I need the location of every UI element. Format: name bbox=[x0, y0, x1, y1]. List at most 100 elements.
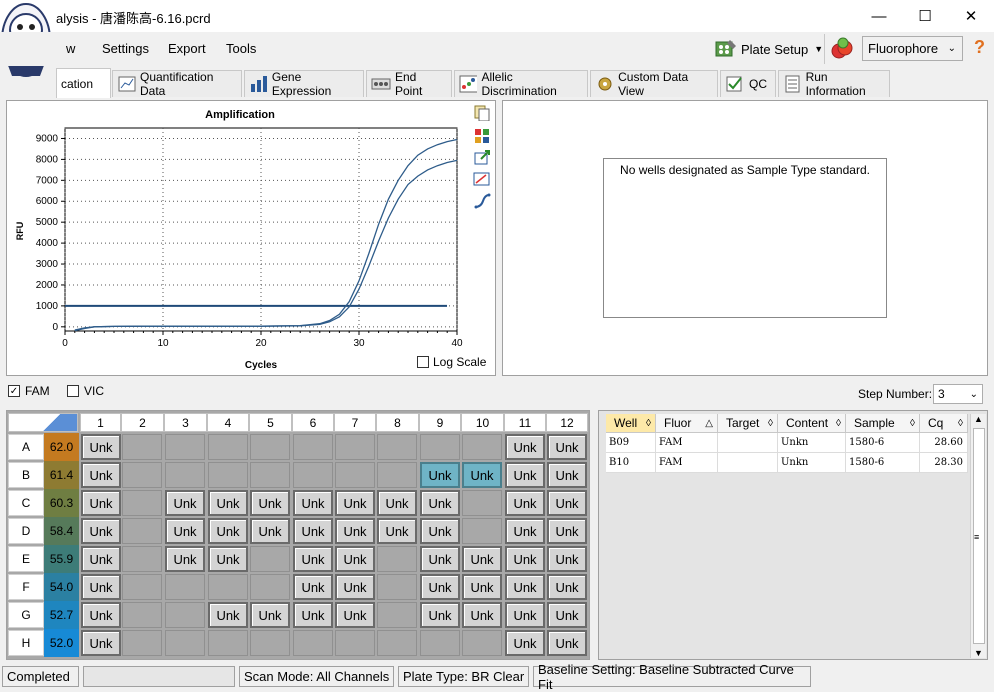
plate-well[interactable] bbox=[377, 602, 417, 628]
sort-icon[interactable]: ◊ bbox=[768, 418, 773, 429]
plate-column-header[interactable]: 9 bbox=[419, 413, 461, 432]
plate-well[interactable] bbox=[208, 434, 248, 460]
plate-column-header[interactable]: 10 bbox=[461, 413, 504, 432]
plate-well[interactable]: Unk bbox=[208, 602, 248, 628]
plate-well[interactable] bbox=[293, 462, 333, 488]
plate-column-header[interactable]: 5 bbox=[249, 413, 292, 432]
plate-well[interactable]: Unk bbox=[208, 518, 248, 544]
plate-well[interactable]: Unk bbox=[547, 630, 587, 656]
plate-well[interactable]: Unk bbox=[505, 518, 545, 544]
zoom-icon[interactable] bbox=[473, 171, 491, 187]
plate-column-header[interactable]: 4 bbox=[207, 413, 249, 432]
plate-well[interactable]: Unk bbox=[293, 546, 333, 572]
plate-well[interactable] bbox=[335, 434, 375, 460]
results-column-header[interactable]: Fluor △ bbox=[656, 414, 718, 433]
plate-well[interactable] bbox=[462, 630, 502, 656]
plate-well[interactable] bbox=[165, 434, 205, 460]
help-icon[interactable]: ? bbox=[974, 37, 985, 58]
plate-row-header[interactable]: G bbox=[8, 602, 44, 628]
plate-well[interactable] bbox=[122, 518, 162, 544]
sort-icon[interactable]: ◊ bbox=[910, 418, 915, 429]
tab-qc[interactable]: QC bbox=[720, 70, 776, 97]
plate-well[interactable] bbox=[208, 630, 248, 656]
plate-well[interactable]: Unk bbox=[208, 490, 248, 516]
scroll-down-icon[interactable]: ▼ bbox=[971, 648, 986, 658]
plate-well[interactable] bbox=[335, 462, 375, 488]
plate-well[interactable] bbox=[165, 630, 205, 656]
tab-amplification[interactable]: cation bbox=[56, 68, 111, 98]
plate-well[interactable]: Unk bbox=[81, 602, 121, 628]
plate-column-header[interactable]: 1 bbox=[80, 413, 121, 432]
plate-well[interactable]: Unk bbox=[81, 462, 121, 488]
close-button[interactable]: ✕ bbox=[948, 0, 994, 32]
export-icon[interactable] bbox=[473, 149, 491, 165]
results-cell[interactable]: B09 bbox=[606, 433, 656, 453]
plate-well[interactable]: Unk bbox=[505, 602, 545, 628]
plate-well[interactable]: Unk bbox=[165, 546, 205, 572]
plate-row-header[interactable]: C bbox=[8, 490, 44, 516]
results-column-header[interactable]: Content ◊ bbox=[778, 414, 846, 433]
plate-well[interactable]: Unk bbox=[335, 546, 375, 572]
plate-well[interactable]: Unk bbox=[335, 490, 375, 516]
plate-well[interactable]: Unk bbox=[505, 574, 545, 600]
plate-well[interactable] bbox=[293, 434, 333, 460]
plate-well[interactable] bbox=[377, 546, 417, 572]
plate-well[interactable]: Unk bbox=[335, 602, 375, 628]
plate-well[interactable]: Unk bbox=[420, 574, 460, 600]
plate-well[interactable]: Unk bbox=[505, 434, 545, 460]
tab-end-point[interactable]: End Point bbox=[366, 70, 452, 98]
plate-well[interactable]: Unk bbox=[505, 462, 545, 488]
step-number-dropdown[interactable]: 3 ⌄ bbox=[933, 384, 983, 404]
plate-well[interactable]: Unk bbox=[81, 490, 121, 516]
plate-well[interactable]: Unk bbox=[505, 630, 545, 656]
tab-run-information[interactable]: Run Information bbox=[778, 70, 890, 98]
plate-well[interactable] bbox=[377, 462, 417, 488]
plate-well[interactable]: Unk bbox=[547, 518, 587, 544]
plate-well[interactable]: Unk bbox=[462, 574, 502, 600]
plate-well[interactable]: Unk bbox=[505, 546, 545, 572]
plate-well[interactable]: Unk bbox=[293, 574, 333, 600]
plate-column-header[interactable]: 8 bbox=[376, 413, 419, 432]
curve-icon[interactable] bbox=[473, 193, 491, 209]
plate-well[interactable] bbox=[122, 602, 162, 628]
plate-well[interactable]: Unk bbox=[547, 490, 587, 516]
plate-well[interactable] bbox=[208, 462, 248, 488]
plate-well[interactable]: Unk bbox=[547, 546, 587, 572]
results-cell[interactable]: B10 bbox=[606, 453, 656, 473]
plate-well[interactable]: Unk bbox=[547, 602, 587, 628]
plate-well[interactable] bbox=[122, 434, 162, 460]
plate-well[interactable]: Unk bbox=[377, 490, 417, 516]
plate-well[interactable] bbox=[377, 434, 417, 460]
plate-row-header[interactable]: B bbox=[8, 462, 44, 488]
results-cell[interactable]: 1580-6 bbox=[846, 433, 920, 453]
fam-filter[interactable]: ✓ FAM bbox=[8, 384, 50, 398]
plate-well[interactable]: Unk bbox=[250, 490, 290, 516]
sort-icon[interactable]: ◊ bbox=[836, 418, 841, 429]
plate-well[interactable] bbox=[420, 630, 460, 656]
log-scale-toggle[interactable]: Log Scale bbox=[417, 355, 486, 369]
settings-icon[interactable] bbox=[473, 127, 491, 143]
results-column-header[interactable]: Target ◊ bbox=[718, 414, 778, 433]
plate-well[interactable]: Unk bbox=[547, 434, 587, 460]
plate-well[interactable]: Unk bbox=[420, 546, 460, 572]
menu-tools[interactable]: Tools bbox=[226, 41, 256, 56]
plate-well[interactable] bbox=[462, 490, 502, 516]
tab-gene-expression[interactable]: Gene Expression bbox=[244, 70, 364, 98]
plate-well[interactable] bbox=[165, 462, 205, 488]
copy-icon[interactable] bbox=[473, 105, 491, 121]
plate-well[interactable]: Unk bbox=[165, 490, 205, 516]
plate-well[interactable]: Unk bbox=[208, 546, 248, 572]
sort-icon[interactable]: ◊ bbox=[646, 418, 651, 429]
plate-well[interactable] bbox=[420, 434, 460, 460]
plate-well[interactable]: Unk bbox=[250, 518, 290, 544]
plate-well[interactable] bbox=[250, 434, 290, 460]
plate-well[interactable] bbox=[250, 462, 290, 488]
results-cell[interactable]: 28.60 bbox=[920, 433, 968, 453]
results-cell[interactable]: Unkn bbox=[778, 453, 846, 473]
sort-icon[interactable]: ◊ bbox=[958, 418, 963, 429]
plate-well[interactable] bbox=[250, 574, 290, 600]
menu-export[interactable]: Export bbox=[168, 41, 206, 56]
results-cell[interactable] bbox=[718, 453, 778, 473]
plate-well[interactable]: Unk bbox=[335, 574, 375, 600]
plate-well[interactable]: Unk bbox=[81, 546, 121, 572]
